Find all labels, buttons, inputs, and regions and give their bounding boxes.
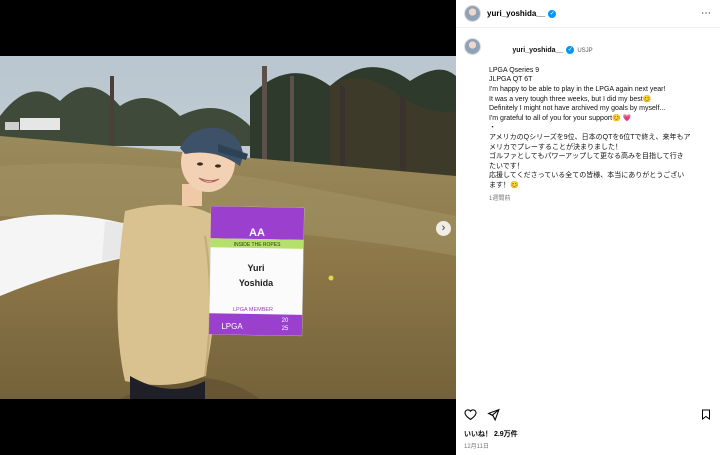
bookmark-icon[interactable] [700, 408, 712, 421]
next-photo-button[interactable]: › [436, 221, 451, 236]
avatar[interactable] [464, 5, 481, 22]
sign-class: AA [249, 227, 265, 239]
caption-line: アメリカのQシリーズを9位、日本のQTを6位Tで終え、来年もア [489, 133, 691, 141]
caption-username[interactable]: yuri_yoshida__ [512, 47, 563, 54]
caption-area: yuri_yoshida__ ✓ USJP LPGA Qseries 9 JLPGA … [456, 36, 720, 396]
caption-line: ・ [489, 124, 496, 132]
caption-line: I'm grateful to all of you for your supp… [489, 114, 632, 122]
caption-avatar[interactable] [464, 38, 481, 55]
action-bar [464, 406, 712, 422]
sign-year-top: 20 [282, 318, 289, 324]
post-media: AA INSIDE THE ROPES Yuri Yoshida LPGA ME… [0, 0, 456, 455]
caption-verified-icon: ✓ [566, 45, 575, 54]
caption-line: I'm happy to be able to play in the LPGA… [489, 85, 666, 93]
more-options-icon[interactable]: ⋯ [701, 8, 712, 19]
sign-last-name: Yoshida [239, 278, 274, 288]
post-photo: AA INSIDE THE ROPES Yuri Yoshida LPGA ME… [0, 56, 456, 399]
caption-text: LPGA Qseries 9 JLPGA QT 6T I'm happy to be… [489, 66, 709, 191]
caption-line: メリカでプレーすることが決まりました！ [489, 143, 622, 151]
like-count[interactable]: いいね！ 2.9万件 [464, 429, 518, 439]
caption-location[interactable]: USJP [577, 48, 592, 54]
post-date: 12月11日 [464, 444, 489, 450]
caption-line: JLPGA QT 6T [489, 76, 533, 84]
verified-badge-icon: ✓ [548, 9, 557, 18]
caption-line: Definitely I might not have archived my … [489, 105, 666, 113]
post-side-panel: yuri_yoshida__ ✓ ⋯ yuri_yoshida__ ✓ USJP L… [456, 0, 720, 455]
caption-body: yuri_yoshida__ ✓ USJP LPGA Qseries 9 JLPGA … [489, 36, 709, 204]
caption-line: LPGA Qseries 9 [489, 66, 540, 74]
sign-board: AA INSIDE THE ROPES Yuri Yoshida LPGA ME… [208, 205, 305, 337]
caption-line: ゴルファとしてもパワーアップして更なる高みを目指して行き [489, 153, 684, 161]
caption-line: 応援してくださっている全ての皆様、本当にありがとうござい [489, 172, 685, 180]
sign-first-name: Yuri [247, 263, 264, 273]
caption-line: It was a very tough three weeks, but I d… [489, 95, 652, 103]
share-icon[interactable] [487, 408, 500, 421]
sign-logo: LPGA [221, 322, 243, 331]
heart-icon[interactable] [464, 408, 477, 421]
caption-time: 1週間前 [489, 195, 511, 202]
sign-member: LPGA MEMBER [233, 307, 273, 313]
caption-line: ます！😊 [489, 181, 519, 189]
sign-year-bottom: 25 [282, 326, 289, 332]
caption-line: たいです！ [489, 162, 524, 170]
sign-subtitle: INSIDE THE ROPES [234, 242, 282, 248]
post-header: yuri_yoshida__ ✓ ⋯ [456, 0, 720, 28]
header-username[interactable]: yuri_yoshida__ [487, 9, 545, 18]
instagram-post-modal: AA INSIDE THE ROPES Yuri Yoshida LPGA ME… [0, 0, 720, 455]
